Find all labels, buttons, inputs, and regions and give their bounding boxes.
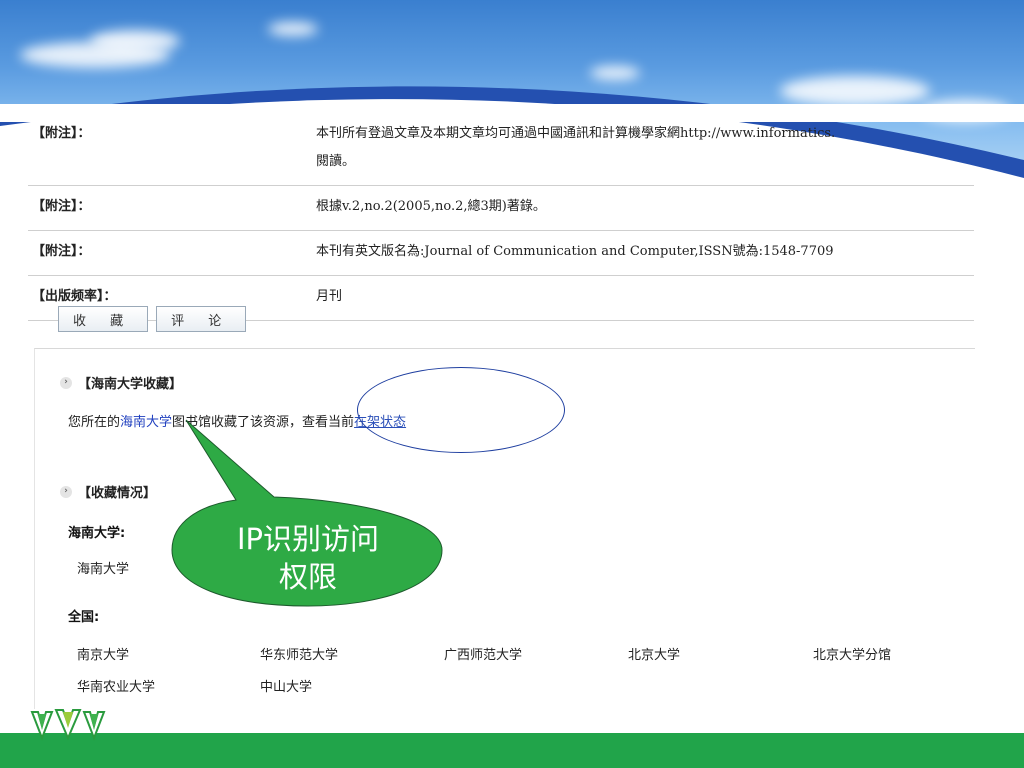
callout-text: IP识别访问 权限 [178,520,438,596]
action-buttons: 收 藏 评 论 [58,306,247,332]
collect-button[interactable]: 收 藏 [58,306,149,332]
note-value: 根據v.2,no.2(2005,no.2,總3期)著錄。 [312,185,974,231]
library-link[interactable]: 海南大学 [120,415,172,430]
national-heading: 全国: [68,610,100,625]
callout-line: 权限 [278,560,337,594]
library-item[interactable]: 华东师范大学 [260,644,338,663]
library-item[interactable]: 北京大学分馆 [813,644,891,663]
note-value-line: 本刊所有登過文章及本期文章均可通過中國通訊和計算機學家網http://www.i… [316,126,836,141]
note-label: 【附注】： [28,185,312,231]
note-value: 本刊有英文版名為:Journal of Communication and Co… [312,230,974,276]
frequency-value: 月刊 [312,275,974,321]
hainan-holding-heading: › 【海南大学收藏】 [60,373,182,392]
local-heading: 海南大学: [68,526,126,541]
comment-button[interactable]: 评 论 [156,306,247,332]
chevron-right-icon: › [60,376,72,389]
local-library-link[interactable]: 海南大学 [77,558,129,577]
note-value-line: 閱讀。 [316,154,356,169]
hainan-holding-line: 您所在的海南大学图书馆收藏了该资源，查看当前在架状态 [68,411,406,430]
library-item[interactable]: 北京大学 [628,644,680,663]
table-row: 【附注】： 本刊有英文版名為:Journal of Communication … [28,230,974,276]
record-info-table: 【附注】： 本刊所有登過文章及本期文章均可通過中國通訊和計算機學家網http:/… [28,118,974,321]
table-row: 【附注】： 根據v.2,no.2(2005,no.2,總3期)著錄。 [28,185,974,231]
note-value: 本刊所有登過文章及本期文章均可通過中國通訊和計算機學家網http://www.i… [312,118,974,186]
library-item[interactable]: 广西师范大学 [444,644,522,663]
callout-line: IP识别访问 [236,522,380,556]
section-title-text: 【收藏情况】 [78,486,157,501]
library-item[interactable]: 南京大学 [77,644,129,663]
holding-text: 图书馆收藏了该资源，查看当前 [172,415,355,430]
section-title-text: 【海南大学收藏】 [78,377,183,392]
holdings-heading: › 【收藏情况】 [60,482,156,501]
note-label: 【附注】： [28,118,312,186]
highlight-ellipse [357,367,565,453]
library-item[interactable]: 华南农业大学 [77,676,155,695]
bottom-bar [0,733,1024,768]
holding-text: 您所在的 [68,415,121,430]
library-item[interactable]: 中山大学 [260,676,312,695]
table-row: 【附注】： 本刊所有登過文章及本期文章均可通過中國通訊和計算機學家網http:/… [28,118,974,186]
note-label: 【附注】： [28,230,312,276]
leaf-logo-icon [30,709,106,741]
chevron-right-icon: › [60,485,72,498]
